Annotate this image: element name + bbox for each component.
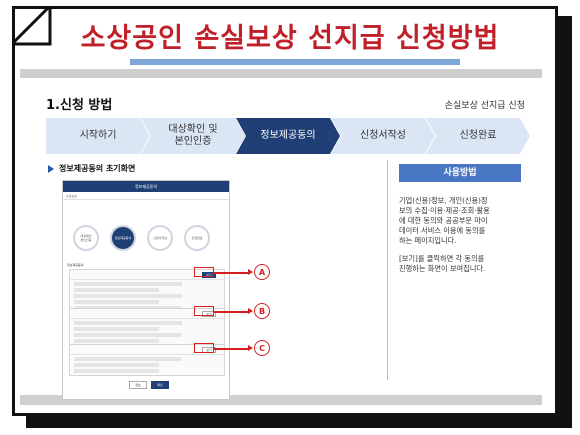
page-title: 소상공인 손실보상 선지급 신청방법: [80, 23, 500, 54]
placeholder-line: [74, 327, 159, 331]
placeholder-line: [74, 282, 182, 286]
triangle-bullet-icon: [48, 164, 54, 173]
highlight-box-b: [194, 306, 214, 316]
mock-note: 정보제공동의: [67, 263, 84, 267]
section-right-label: 손실보상 선지급 신청: [444, 101, 525, 111]
mock-subheader: 손실보상: [63, 192, 229, 200]
placeholder-line: [74, 363, 159, 367]
marker-b: B: [254, 303, 270, 319]
usage-paragraph-2: [보기]를 클릭하면 각 동의를 진행하는 화면이 보여집니다.: [399, 254, 486, 273]
placeholder-line: [74, 339, 159, 343]
highlight-box-a: [194, 267, 214, 277]
mock-cancel-button[interactable]: 취소: [129, 381, 147, 389]
callout-line-a: [214, 272, 249, 274]
usage-description: 기업(신용)정보, 개인(신용)정 보의 수집·이용·제공·조회·활용 에 대한…: [399, 196, 523, 282]
placeholder-line: [74, 288, 159, 292]
placeholder-line: [74, 294, 182, 298]
placeholder-line: [74, 357, 182, 361]
usage-header: 사용방법: [399, 164, 521, 182]
consent-screen-mockup: 정보제공동의 손실보상 대상확인 본인인증 정보제공동의 신청서작성 신청완료 …: [62, 180, 230, 400]
arrow-head-icon: [248, 269, 253, 275]
step-application[interactable]: 신청서작성: [331, 118, 435, 154]
marker-c: C: [254, 340, 270, 356]
top-divider-bar: [20, 69, 542, 78]
section-heading: 1.신청 방법: [46, 98, 113, 113]
subsection-label: 정보제공동의 초기화면: [59, 164, 136, 173]
step-label: 신청서작성: [360, 130, 406, 141]
mock-circle-active: 정보제공동의: [110, 225, 136, 251]
step-label: 신청완료: [459, 130, 497, 141]
arrow-head-icon: [248, 308, 253, 314]
mock-circle: 신청서작성: [147, 225, 173, 251]
panel-divider: [387, 160, 388, 380]
arrow-head-icon: [248, 345, 253, 351]
placeholder-line: [74, 333, 182, 337]
subsection-heading: 정보제공동의 초기화면: [48, 163, 135, 174]
mock-step-circles: 대상확인 본인인증 정보제공동의 신청서작성 신청완료: [73, 225, 221, 255]
title-underline: [130, 59, 460, 65]
usage-paragraph-1: 기업(신용)정보, 개인(신용)정 보의 수집·이용·제공·조회·활용 에 대한…: [399, 196, 490, 245]
marker-a: A: [254, 264, 270, 280]
step-label: 대상확인 및 본인인증: [168, 124, 218, 147]
step-verify[interactable]: 대상확인 및 본인인증: [141, 118, 245, 154]
highlight-box-c: [194, 343, 214, 353]
mock-circle: 신청완료: [184, 225, 210, 251]
callout-line-b: [214, 311, 249, 313]
placeholder-line: [74, 300, 159, 304]
mock-confirm-button[interactable]: 확인: [151, 381, 169, 389]
mock-circle: 대상확인 본인인증: [73, 225, 99, 251]
step-complete[interactable]: 신청완료: [426, 118, 530, 154]
step-consent[interactable]: 정보제공동의: [236, 118, 340, 154]
placeholder-line: [74, 321, 182, 325]
step-label: 시작하기: [79, 130, 117, 141]
step-indicator: 시작하기 대상확인 및 본인인증 정보제공동의 신청서작성 신청완료: [46, 118, 530, 154]
callout-line-c: [214, 348, 249, 350]
placeholder-line: [74, 369, 159, 373]
mock-button-row: 취소 확인: [119, 381, 179, 391]
step-label: 정보제공동의: [260, 130, 316, 141]
mock-header: 정보제공동의: [63, 181, 229, 192]
step-start[interactable]: 시작하기: [46, 118, 150, 154]
